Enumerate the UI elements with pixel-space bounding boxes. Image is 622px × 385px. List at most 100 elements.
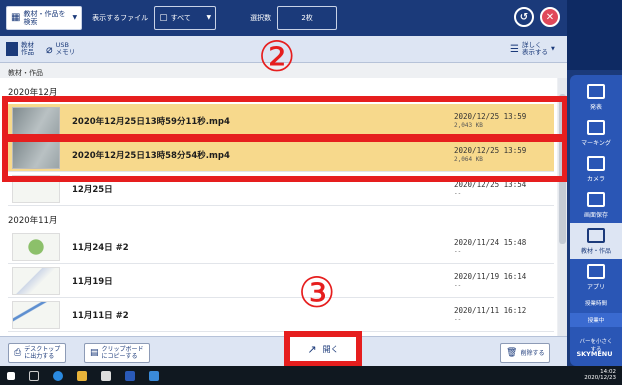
file-size: -- xyxy=(454,189,462,197)
clipboard-icon: ▤ xyxy=(90,347,99,358)
sidebar-item-materials[interactable]: 教材・作品 xyxy=(570,223,622,259)
search-icon: ▦ xyxy=(11,12,21,23)
app-icon[interactable] xyxy=(149,370,159,381)
material-tab-label: 教材 作品 xyxy=(21,41,34,56)
map-thumbnail xyxy=(12,266,60,295)
system-clock: 14:02 2020/12/23 xyxy=(584,369,616,381)
apps-icon xyxy=(587,263,605,279)
file-meta: 2020/11/11 16:12 -- xyxy=(454,306,554,324)
open-label: 開く xyxy=(322,344,339,354)
sidebar-item-label: アプリ xyxy=(586,283,605,291)
open-button[interactable]: ↗ 開く xyxy=(284,331,362,367)
sidebar-item-label: 発表 xyxy=(589,103,602,111)
camera-icon xyxy=(587,155,605,171)
brand-logo: SKYMENU xyxy=(576,350,613,358)
present-icon xyxy=(587,83,605,99)
taskbar: 14:02 2020/12/23 xyxy=(0,366,622,385)
sidebar-item-screen-save[interactable]: 画面保存 xyxy=(570,187,622,223)
desktop-export-button[interactable]: ⎙ デスクトップ に出力する xyxy=(8,343,67,363)
file-explorer-icon[interactable] xyxy=(77,370,87,381)
trash-icon: 🗑 xyxy=(506,347,518,358)
material-search-button[interactable]: ▦ 教材・作品を 検索 ▼ xyxy=(6,6,83,30)
sidebar-item-marking[interactable]: マーキング xyxy=(570,115,622,151)
edge-icon[interactable] xyxy=(53,370,63,381)
file-size: -- xyxy=(454,247,462,255)
file-meta: 2020/12/25 13:54 -- xyxy=(454,180,554,198)
desktop-icon: ⎙ xyxy=(14,347,22,358)
file-meta: 2020/11/19 16:14 -- xyxy=(454,272,554,290)
group-header: 2020年11月 xyxy=(8,216,58,226)
material-tab[interactable]: 教材 作品 xyxy=(6,42,34,56)
delete-label: 削除する xyxy=(520,349,545,357)
windows-start-icon[interactable] xyxy=(7,371,15,380)
file-icon: ▢ xyxy=(159,13,168,23)
sidebar-item-label: マーキング xyxy=(581,139,611,147)
screen-save-icon xyxy=(587,191,605,207)
usb-icon: ⌀ xyxy=(46,42,53,56)
breadcrumb: 教材・作品 xyxy=(8,69,43,77)
list-item[interactable]: 11月24日 #2 2020/11/24 15:48 -- xyxy=(8,230,554,264)
book-icon xyxy=(587,227,605,243)
file-name: 11月19日 xyxy=(72,276,113,287)
list-item[interactable]: 11月11日 #2 2020/11/11 16:12 -- xyxy=(8,298,554,332)
map-thumbnail xyxy=(12,232,60,261)
back-icon: ↺ xyxy=(519,11,529,23)
file-name: 11月11日 #2 xyxy=(72,310,129,321)
task-view-icon[interactable] xyxy=(29,370,39,381)
clipboard-copy-button[interactable]: ▤ クリップボード にコピーする xyxy=(84,343,150,363)
store-icon[interactable] xyxy=(101,370,111,381)
file-date: 2020/11/11 16:12 xyxy=(454,305,527,315)
sidebar-item-camera[interactable]: カメラ xyxy=(570,151,622,187)
chevron-down-icon: ▼ xyxy=(206,14,212,21)
sidebar-item-present[interactable]: 発表 xyxy=(570,79,622,115)
file-date: 2020/11/24 15:48 xyxy=(454,237,527,247)
file-size: -- xyxy=(454,281,462,289)
detail-view-button[interactable]: ☰ 詳しく 表示する ▼ xyxy=(510,42,555,56)
right-sidebar: 発表 マーキング カメラ 画面保存 教材・作品 アプリ 授業時間 授業中 バーを… xyxy=(567,0,622,366)
step-3-annotation: ③ xyxy=(298,268,336,317)
top-toolbar: ▦ 教材・作品を 検索 ▼ 表示するファイル ▢ すべて ▼ 選択数 2枚 ↺ … xyxy=(0,0,567,36)
usb-tab-label: USB メモリ xyxy=(55,41,76,56)
map-thumbnail xyxy=(12,300,60,329)
sidebar-item-label: 画面保存 xyxy=(583,211,608,219)
delete-button[interactable]: 🗑 削除する xyxy=(500,343,551,363)
highlight-box-row-2 xyxy=(2,136,568,182)
display-file-label: 表示するファイル xyxy=(92,14,149,22)
filter-dropdown[interactable]: ▢ すべて ▼ xyxy=(154,6,217,30)
sidebar-item-label: カメラ xyxy=(586,175,605,183)
back-button[interactable]: ↺ xyxy=(514,7,534,27)
class-time-label: 授業時間 xyxy=(584,301,607,307)
sidebar-item-label: 教材・作品 xyxy=(580,247,611,255)
detail-view-label: 詳しく 表示する xyxy=(521,41,548,56)
list-item[interactable]: 11月19日 2020/11/19 16:14 -- xyxy=(8,264,554,298)
filter-value: すべて xyxy=(170,14,191,22)
clipboard-copy-label: クリップボード にコピーする xyxy=(101,346,144,360)
chevron-down-icon: ▼ xyxy=(550,45,555,52)
sidebar-panel: 発表 マーキング カメラ 画面保存 教材・作品 アプリ 授業時間 授業中 バーを… xyxy=(570,75,622,366)
sidebar-top xyxy=(567,0,622,70)
selection-count-dropdown[interactable]: 2枚 xyxy=(277,6,338,30)
sidebar-item-apps[interactable]: アプリ xyxy=(570,259,622,295)
word-icon[interactable] xyxy=(125,370,135,381)
book-icon xyxy=(6,42,18,56)
selection-count-value: 2枚 xyxy=(301,14,313,22)
file-name: 11月24日 #2 xyxy=(72,242,129,253)
step-2-annotation: ② xyxy=(258,32,296,81)
material-search-label: 教材・作品を 検索 xyxy=(23,10,66,26)
desktop-export-label: デスクトップ に出力する xyxy=(24,346,61,360)
highlight-box-row-1 xyxy=(2,96,568,140)
chevron-down-icon: ▼ xyxy=(72,14,78,21)
list-icon: ☰ xyxy=(510,43,519,55)
file-date: 2020/11/19 16:14 xyxy=(454,271,527,281)
file-name: 12月25日 xyxy=(72,184,113,195)
clock-date: 2020/12/23 xyxy=(584,375,616,381)
usb-tab[interactable]: ⌀ USB メモリ xyxy=(46,42,75,56)
pen-icon xyxy=(587,119,605,135)
close-button[interactable]: ✕ xyxy=(540,7,560,27)
file-meta: 2020/11/24 15:48 -- xyxy=(454,238,554,256)
selection-count-label: 選択数 xyxy=(250,14,272,22)
close-icon: ✕ xyxy=(545,11,555,23)
in-class-status: 授業中 xyxy=(570,313,622,327)
open-icon: ↗ xyxy=(307,342,317,356)
file-size: -- xyxy=(454,315,462,323)
